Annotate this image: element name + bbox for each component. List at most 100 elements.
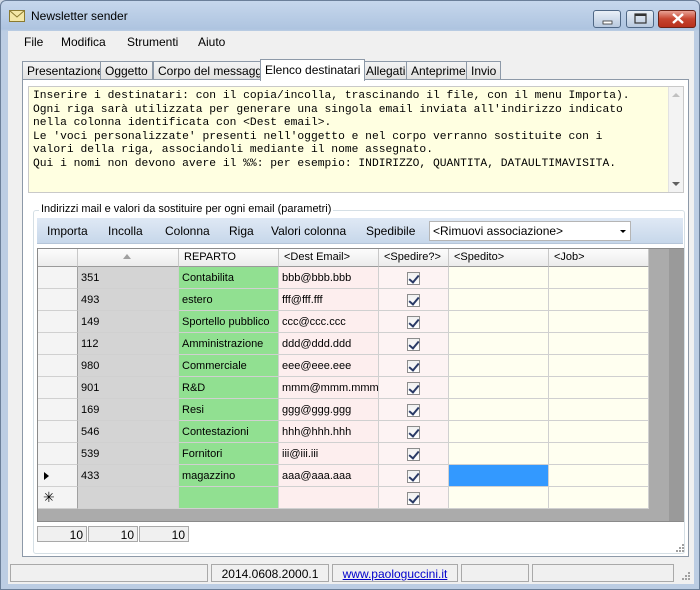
cell-job[interactable]	[549, 355, 649, 377]
cell-reparto[interactable]: Contabilita	[179, 267, 279, 289]
cell-number[interactable]: 149	[78, 311, 179, 333]
cell-spedito[interactable]	[449, 267, 549, 289]
tab-invio[interactable]: Invio	[466, 61, 502, 80]
table-row[interactable]: 433 magazzino aaa@aaa.aaa	[38, 465, 669, 487]
close-button[interactable]	[658, 10, 696, 28]
header-spedire[interactable]: <Spedire?>	[379, 249, 449, 267]
spedibile-button[interactable]: Spedibile	[366, 224, 415, 238]
scroll-up-icon[interactable]	[672, 93, 680, 97]
new-row[interactable]: ✳	[38, 487, 669, 509]
table-row[interactable]: 351 Contabilita bbb@bbb.bbb	[38, 267, 669, 289]
cell-spedito[interactable]	[449, 487, 549, 509]
cell-spedito[interactable]	[449, 399, 549, 421]
riga-button[interactable]: Riga	[229, 224, 254, 238]
cell-number[interactable]: 112	[78, 333, 179, 355]
cell-number[interactable]: 351	[78, 267, 179, 289]
row-selector[interactable]	[38, 421, 78, 443]
checkbox-checked-icon[interactable]	[407, 470, 420, 483]
cell-spedire[interactable]	[379, 465, 449, 487]
header-reparto[interactable]: REPARTO	[179, 249, 279, 267]
tab-allegati[interactable]: Allegati	[361, 61, 411, 80]
checkbox-checked-icon[interactable]	[407, 492, 420, 505]
cell-job[interactable]	[549, 377, 649, 399]
table-row[interactable]: 546 Contestazioni hhh@hhh.hhh	[38, 421, 669, 443]
recipients-grid[interactable]: REPARTO <Dest Email> <Spedire?> <Spedito…	[37, 248, 684, 522]
cell-spedire[interactable]	[379, 289, 449, 311]
row-selector[interactable]	[38, 377, 78, 399]
row-selector[interactable]	[38, 465, 78, 487]
row-selector[interactable]	[38, 355, 78, 377]
cell-reparto[interactable]: Amministrazione	[179, 333, 279, 355]
association-select[interactable]: <Rimuovi associazione>	[429, 221, 631, 241]
row-selector[interactable]	[38, 443, 78, 465]
row-selector[interactable]: ✳	[38, 487, 78, 509]
cell-job[interactable]	[549, 333, 649, 355]
table-row[interactable]: 901 R&D mmm@mmm.mmm	[38, 377, 669, 399]
cell-job[interactable]	[549, 487, 649, 509]
header-job[interactable]: <Job>	[549, 249, 649, 267]
instructions-text[interactable]: Inserire i destinatari: con il copia/inc…	[28, 86, 684, 193]
row-selector[interactable]	[38, 311, 78, 333]
cell-reparto[interactable]	[179, 487, 279, 509]
checkbox-checked-icon[interactable]	[407, 360, 420, 373]
cell-email[interactable]: aaa@aaa.aaa	[279, 465, 379, 487]
cell-reparto[interactable]: R&D	[179, 377, 279, 399]
minimize-button[interactable]	[593, 10, 621, 28]
cell-job[interactable]	[549, 421, 649, 443]
cell-spedire[interactable]	[379, 333, 449, 355]
cell-spedire[interactable]	[379, 399, 449, 421]
checkbox-checked-icon[interactable]	[407, 382, 420, 395]
maximize-button[interactable]	[626, 10, 654, 28]
checkbox-checked-icon[interactable]	[407, 404, 420, 417]
header-spedito[interactable]: <Spedito>	[449, 249, 549, 267]
cell-email[interactable]: ggg@ggg.ggg	[279, 399, 379, 421]
checkbox-checked-icon[interactable]	[407, 272, 420, 285]
menu-modifica[interactable]: Modifica	[61, 35, 106, 49]
cell-reparto[interactable]: estero	[179, 289, 279, 311]
tab-anteprime[interactable]: Anteprime	[406, 61, 471, 80]
importa-button[interactable]: Importa	[47, 224, 88, 238]
cell-job[interactable]	[549, 443, 649, 465]
checkbox-checked-icon[interactable]	[407, 338, 420, 351]
cell-spedito[interactable]	[449, 355, 549, 377]
cell-email[interactable]: ddd@ddd.ddd	[279, 333, 379, 355]
table-row[interactable]: 169 Resi ggg@ggg.ggg	[38, 399, 669, 421]
checkbox-checked-icon[interactable]	[407, 448, 420, 461]
cell-spedire[interactable]	[379, 421, 449, 443]
cell-email[interactable]: iii@iii.iii	[279, 443, 379, 465]
cell-spedito[interactable]	[449, 289, 549, 311]
cell-reparto[interactable]: magazzino	[179, 465, 279, 487]
cell-job[interactable]	[549, 289, 649, 311]
cell-email[interactable]: ccc@ccc.ccc	[279, 311, 379, 333]
row-selector[interactable]	[38, 399, 78, 421]
cell-email[interactable]: fff@fff.fff	[279, 289, 379, 311]
header-corner[interactable]	[38, 249, 78, 267]
status-grip-icon[interactable]	[680, 570, 690, 580]
cell-number[interactable]: 433	[78, 465, 179, 487]
scroll-down-icon[interactable]	[672, 182, 680, 186]
tab-oggetto[interactable]: Oggetto	[100, 61, 153, 80]
row-selector[interactable]	[38, 267, 78, 289]
cell-email[interactable]: bbb@bbb.bbb	[279, 267, 379, 289]
table-row[interactable]: 493 estero fff@fff.fff	[38, 289, 669, 311]
cell-email[interactable]: eee@eee.eee	[279, 355, 379, 377]
row-selector[interactable]	[38, 289, 78, 311]
grid-scrollbar[interactable]	[669, 249, 684, 521]
table-row[interactable]: 980 Commerciale eee@eee.eee	[38, 355, 669, 377]
cell-spedito[interactable]	[449, 465, 549, 487]
menu-aiuto[interactable]: Aiuto	[198, 35, 225, 49]
cell-job[interactable]	[549, 465, 649, 487]
cell-number[interactable]: 546	[78, 421, 179, 443]
cell-reparto[interactable]: Sportello pubblico	[179, 311, 279, 333]
cell-reparto[interactable]: Contestazioni	[179, 421, 279, 443]
cell-spedire[interactable]	[379, 377, 449, 399]
checkbox-checked-icon[interactable]	[407, 316, 420, 329]
tab-elenco-destinatari[interactable]: Elenco destinatari	[260, 59, 366, 81]
cell-email[interactable]: hhh@hhh.hhh	[279, 421, 379, 443]
header-sort[interactable]	[78, 249, 179, 267]
cell-spedito[interactable]	[449, 443, 549, 465]
cell-number[interactable]: 169	[78, 399, 179, 421]
valori-colonna-button[interactable]: Valori colonna	[271, 224, 346, 238]
tab-corpo-messaggio[interactable]: Corpo del messaggio	[153, 61, 277, 80]
cell-spedito[interactable]	[449, 421, 549, 443]
